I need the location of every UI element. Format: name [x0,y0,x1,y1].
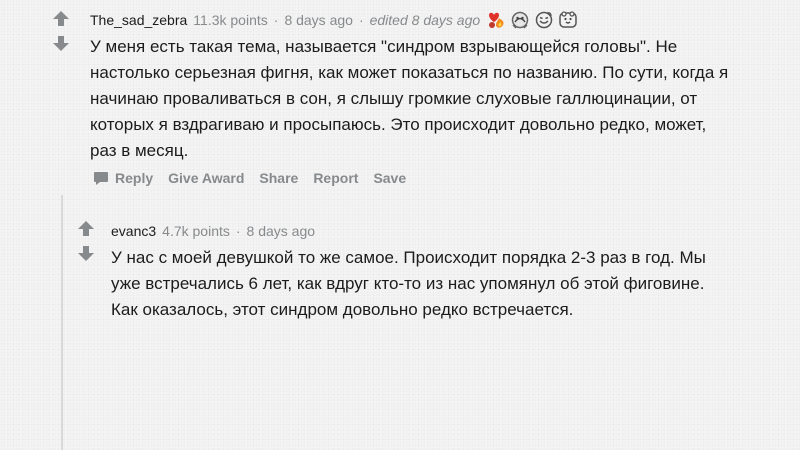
comment-points: 4.7k points [162,223,230,239]
fire-award-icon[interactable] [486,11,506,29]
comment-time[interactable]: 8 days ago [247,223,316,239]
comment-body: У меня есть такая тема, называется "синд… [90,34,730,164]
wholesome-award-icon[interactable] [534,11,554,29]
comment-actions: Reply Give Award Share Report Save [93,170,421,186]
report-button[interactable]: Report [313,170,358,186]
save-button[interactable]: Save [373,170,406,186]
awards-list [486,11,578,29]
comment-edited: edited 8 days ago [369,12,481,28]
save-label: Save [373,170,407,186]
comment-header: The_sad_zebra 11.3k points · 8 days ago … [90,11,578,29]
upvote-arrow-icon[interactable] [53,11,69,26]
separator-dot: · [273,12,279,28]
vote-column [76,221,96,261]
comment-text: У нас с моей девушкой то же самое. Проис… [111,248,706,319]
comment-author[interactable]: The_sad_zebra [90,12,187,28]
comment-author[interactable]: evanc3 [111,223,156,239]
reply-button[interactable]: Reply [93,170,153,186]
downvote-arrow-icon[interactable] [78,246,94,261]
reply-label: Reply [115,170,154,186]
give-award-button[interactable]: Give Award [168,170,244,186]
separator-dot: · [358,12,364,28]
vote-column [51,11,71,51]
give-award-label: Give Award [168,170,245,186]
hugz-award-icon[interactable] [558,11,578,29]
silver-award-icon[interactable] [510,11,530,29]
share-label: Share [259,170,299,186]
comment-header: evanc3 4.7k points · 8 days ago [111,223,315,239]
comment-body: У нас с моей девушкой то же самое. Проис… [111,245,731,323]
separator-dot: · [235,223,241,239]
comment-bubble-icon [94,172,108,185]
upvote-arrow-icon[interactable] [78,221,94,236]
comment-time[interactable]: 8 days ago [284,12,353,28]
share-button[interactable]: Share [259,170,298,186]
thread-line[interactable] [61,195,63,450]
comment-text: У меня есть такая тема, называется "синд… [90,37,729,160]
report-label: Report [313,170,359,186]
comment-points: 11.3k points [193,12,268,28]
downvote-arrow-icon[interactable] [53,36,69,51]
